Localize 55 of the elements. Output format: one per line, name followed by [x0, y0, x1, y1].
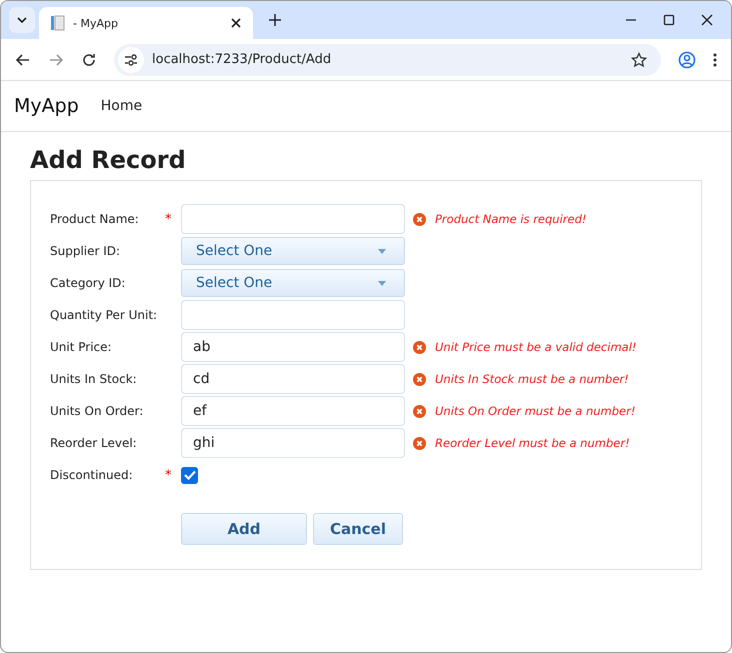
- chevron-down-icon: [17, 17, 27, 23]
- browser-tab[interactable]: - MyApp: [39, 7, 253, 39]
- error-icon: [413, 212, 426, 226]
- new-tab-icon[interactable]: [269, 14, 281, 26]
- field-label: Units In Stock:: [50, 372, 138, 386]
- brand-link[interactable]: MyApp: [14, 95, 79, 117]
- profile-icon[interactable]: [678, 50, 696, 68]
- field-label: Product Name:: [50, 212, 140, 226]
- required-marker: *: [165, 468, 172, 482]
- page-heading: Add Record: [30, 146, 187, 174]
- tab-list-button[interactable]: [9, 7, 35, 33]
- add-button[interactable]: Add: [181, 513, 307, 545]
- address-bar[interactable]: localhost:7233/Product/Add: [114, 44, 661, 76]
- close-icon[interactable]: [701, 14, 713, 26]
- select-dropdown[interactable]: Select One: [181, 269, 405, 297]
- input-field[interactable]: ef: [181, 396, 405, 426]
- required-marker: *: [165, 212, 172, 226]
- error-icon: [413, 436, 426, 450]
- field-label: Supplier ID:: [50, 244, 122, 258]
- tab-title: - MyApp: [73, 16, 119, 30]
- error-icon: [413, 404, 426, 418]
- maximize-icon[interactable]: [663, 14, 675, 26]
- error-message: Product Name is required!: [435, 212, 586, 226]
- field-label: Category ID:: [50, 276, 126, 290]
- input-field[interactable]: [181, 204, 405, 234]
- site-settings-icon[interactable]: [124, 54, 138, 66]
- error-message: Units In Stock must be a number!: [435, 372, 629, 386]
- input-field[interactable]: [181, 300, 405, 330]
- error-message: Reorder Level must be a number!: [435, 436, 630, 450]
- error-icon: [413, 372, 426, 386]
- nav-link[interactable]: Home: [100, 98, 142, 114]
- input-field[interactable]: cd: [181, 364, 405, 394]
- forward-arrow-icon[interactable]: [48, 52, 64, 68]
- input-field[interactable]: ab: [181, 332, 405, 362]
- field-label: Discontinued:: [50, 468, 134, 482]
- field-label: Units On Order:: [50, 404, 144, 418]
- error-message: Unit Price must be a valid decimal!: [435, 340, 637, 354]
- star-icon[interactable]: [631, 52, 647, 68]
- url-text: localhost:7233/Product/Add: [152, 52, 332, 67]
- cancel-button[interactable]: Cancel: [313, 513, 403, 545]
- caret-icon: [378, 281, 386, 286]
- back-arrow-icon[interactable]: [15, 52, 31, 68]
- error-icon: [413, 340, 426, 354]
- page-icon: [51, 15, 65, 31]
- close-icon[interactable]: [231, 18, 241, 28]
- field-label: Unit Price:: [50, 340, 113, 354]
- field-label: Reorder Level:: [50, 436, 138, 450]
- caret-icon: [378, 249, 386, 254]
- input-field[interactable]: ghi: [181, 428, 405, 458]
- error-message: Units On Order must be a number!: [435, 404, 636, 418]
- checkbox[interactable]: [181, 466, 198, 484]
- reload-icon[interactable]: [81, 52, 97, 68]
- menu-icon[interactable]: [713, 52, 717, 66]
- select-dropdown[interactable]: Select One: [181, 237, 405, 265]
- field-label: Quantity Per Unit:: [50, 308, 158, 322]
